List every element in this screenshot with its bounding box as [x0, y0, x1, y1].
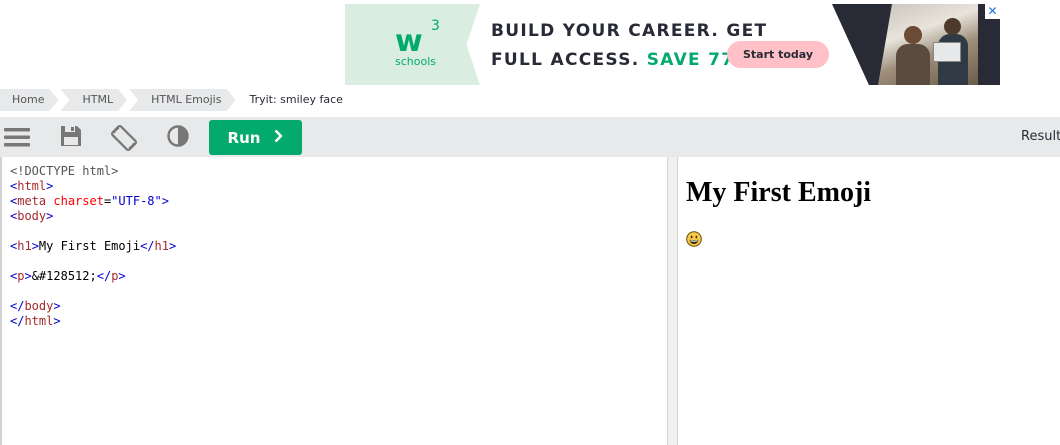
menu-icon[interactable] [4, 125, 30, 149]
breadcrumb-html-emojis[interactable]: HTML Emojis [129, 89, 235, 111]
breadcrumb-home[interactable]: Home [0, 89, 58, 111]
result-label: Result [1021, 129, 1060, 144]
contrast-icon[interactable] [167, 125, 191, 149]
code-line: <!DOCTYPE html> [10, 164, 119, 178]
toolbar: Run Result [0, 117, 1060, 157]
panel-resize-handle[interactable] [667, 157, 678, 445]
w3schools-logo-text: schools [395, 55, 436, 68]
ad-headline-1: BUILD YOUR CAREER. GET [491, 21, 768, 41]
code-line: <h1>My First Emoji</h1> [10, 239, 177, 253]
code-line: <body> [10, 209, 54, 223]
chevron-right-icon [274, 129, 284, 147]
grinning-face-icon [686, 231, 702, 247]
w3schools-logo: w [395, 24, 423, 59]
ad-headline-2: FULL ACCESS. SAVE 770$ [491, 50, 761, 70]
code-line: <meta charset="UTF-8"> [10, 194, 169, 208]
ad-banner[interactable]: w 3 schools BUILD YOUR CAREER. GET FULL … [345, 4, 1000, 85]
result-heading: My First Emoji [686, 177, 872, 208]
breadcrumb-current: Tryit: smiley face [249, 93, 343, 106]
code-line: <p>&#128512;</p> [10, 269, 126, 283]
save-icon[interactable] [60, 125, 84, 149]
w3schools-logo-superscript: 3 [431, 18, 440, 34]
code-line: <html> [10, 179, 54, 193]
close-icon[interactable]: ✕ [985, 4, 1000, 19]
ad-headline-2-prefix: FULL ACCESS. [491, 50, 647, 70]
result-panel: My First Emoji [678, 157, 1060, 445]
run-button[interactable]: Run [209, 120, 302, 155]
rotate-icon[interactable] [111, 125, 137, 151]
code-line: </html> [10, 314, 61, 328]
ad-start-today-button[interactable]: Start today [727, 41, 829, 68]
code-line: </body> [10, 299, 61, 313]
breadcrumb: Home HTML HTML Emojis Tryit: smiley face [0, 89, 359, 111]
breadcrumb-html[interactable]: HTML [60, 89, 127, 111]
run-button-label: Run [227, 128, 261, 147]
code-editor[interactable]: <!DOCTYPE html> <html> <meta charset="UT… [0, 157, 667, 445]
ad-photo [878, 4, 978, 85]
